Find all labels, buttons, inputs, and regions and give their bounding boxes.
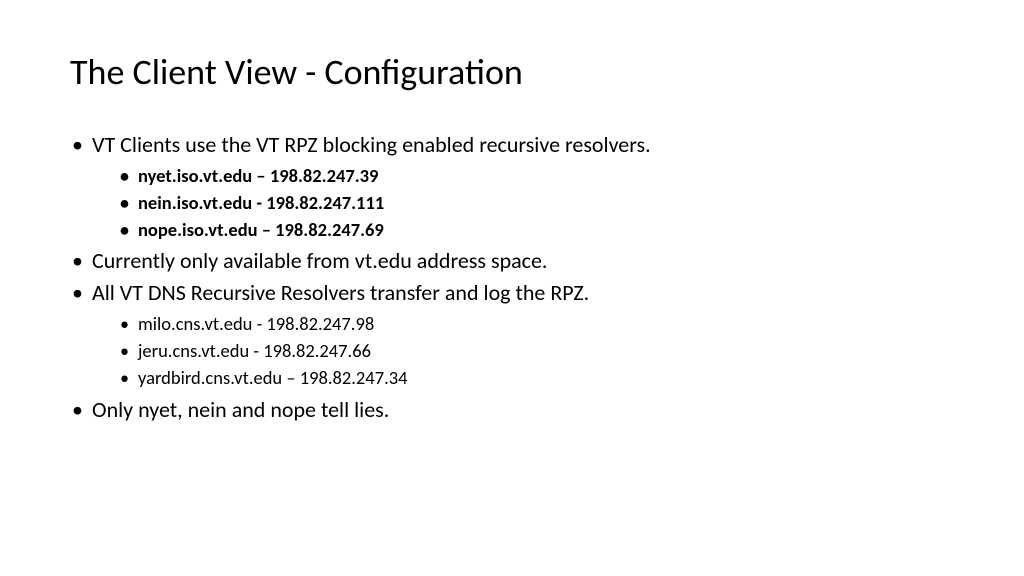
sub-bullet-item: jeru.cns.vt.edu - 198.82.247.66 [120, 338, 954, 365]
sub-bullet-item: milo.cns.vt.edu - 198.82.247.98 [120, 311, 954, 338]
bullet-item: VT Clients use the VT RPZ blocking enabl… [70, 129, 954, 243]
slide-title: The Client View - Configuration [70, 50, 954, 94]
bullet-item: All VT DNS Recursive Resolvers transfer … [70, 277, 954, 391]
sub-bullet-item: nyet.iso.vt.edu – 198.82.247.39 [120, 163, 954, 190]
sub-bullet-item: nein.iso.vt.edu - 198.82.247.111 [120, 190, 954, 217]
sub-bullet-item: nope.iso.vt.edu – 198.82.247.69 [120, 217, 954, 244]
bullet-item: Currently only available from vt.edu add… [70, 245, 954, 277]
bullet-list: VT Clients use the VT RPZ blocking enabl… [70, 129, 954, 425]
sub-bullet-list: nyet.iso.vt.edu – 198.82.247.39 nein.iso… [92, 163, 954, 243]
bullet-item: Only nyet, nein and nope tell lies. [70, 394, 954, 426]
bullet-text: All VT DNS Recursive Resolvers transfer … [92, 279, 589, 306]
slide-container: The Client View - Configuration VT Clien… [0, 0, 1024, 576]
bullet-text: VT Clients use the VT RPZ blocking enabl… [92, 131, 651, 158]
sub-bullet-item: yardbird.cns.vt.edu – 198.82.247.34 [120, 365, 954, 392]
sub-bullet-list: milo.cns.vt.edu - 198.82.247.98 jeru.cns… [92, 311, 954, 391]
